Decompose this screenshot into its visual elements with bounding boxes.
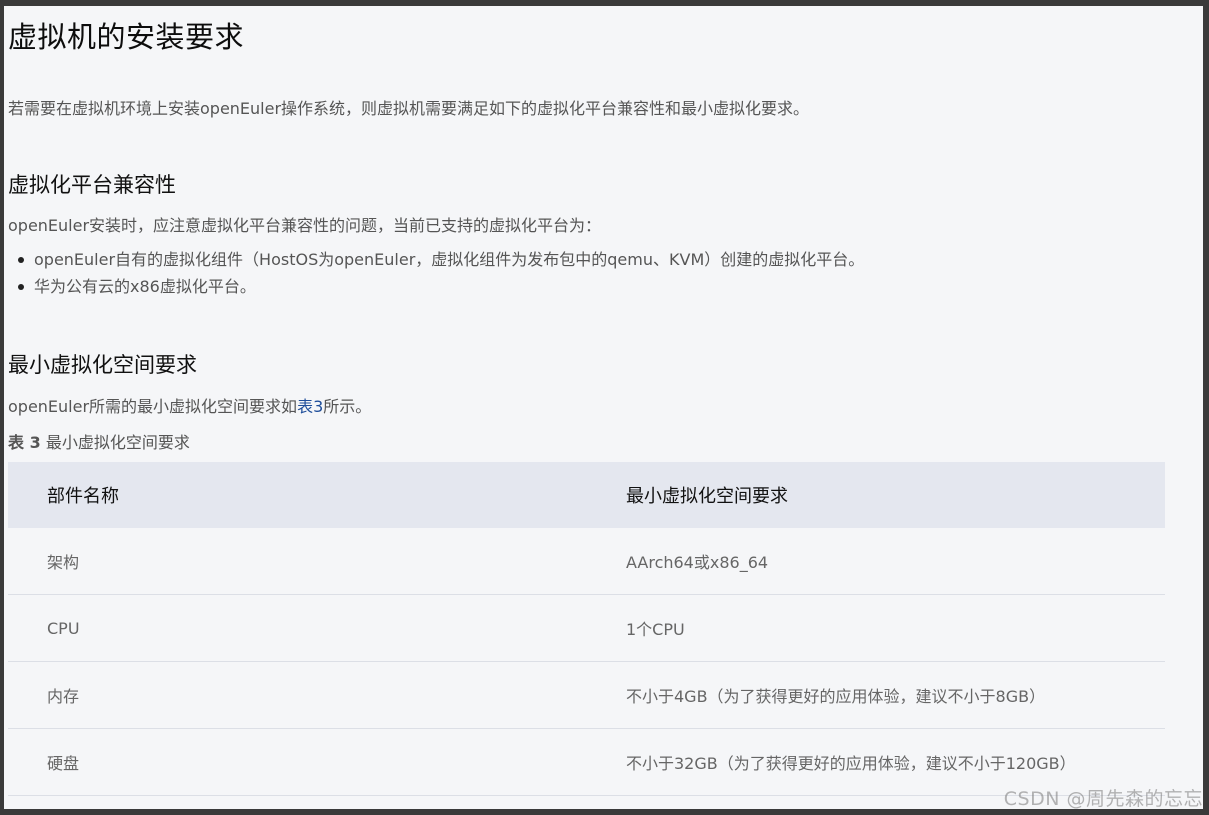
compat-list: openEuler自有的虚拟化组件（HostOS为openEuler，虚拟化组件… <box>8 246 864 300</box>
list-item: openEuler自有的虚拟化组件（HostOS为openEuler，虚拟化组件… <box>8 246 864 273</box>
section-heading-min-space: 最小虚拟化空间要求 <box>8 353 197 377</box>
table-cell-requirement: AArch64或x86_64 <box>587 528 1165 595</box>
list-item: 华为公有云的x86虚拟化平台。 <box>8 273 864 300</box>
watermark: CSDN @周先森的忘忘 <box>1003 788 1203 810</box>
table-cell-component: 内存 <box>8 661 587 729</box>
table-cell-component: CPU <box>8 594 587 662</box>
section-heading-compat: 虚拟化平台兼容性 <box>8 173 176 197</box>
table-row: CPU 1个CPU <box>8 594 1165 662</box>
table-caption: 表 3 最小虚拟化空间要求 <box>8 429 190 453</box>
requirements-table: 部件名称 最小虚拟化空间要求 架构 AArch64或x86_64 CPU 1个C… <box>8 462 1165 796</box>
column-header-requirement: 最小虚拟化空间要求 <box>587 462 1165 528</box>
min-space-text-before: openEuler所需的最小虚拟化空间要求如 <box>8 397 298 416</box>
compat-paragraph: openEuler安装时，应注意虚拟化平台兼容性的问题，当前已支持的虚拟化平台为… <box>8 216 602 235</box>
bullet-dot-icon <box>18 284 24 290</box>
table-cell-component: 硬盘 <box>8 728 587 796</box>
table-caption-text: 最小虚拟化空间要求 <box>45 433 190 452</box>
document-page: 虚拟机的安装要求 若需要在虚拟机环境上安装openEuler操作系统，则虚拟机需… <box>4 6 1203 809</box>
min-space-paragraph: openEuler所需的最小虚拟化空间要求如表3所示。 <box>8 393 371 417</box>
list-item-text: openEuler自有的虚拟化组件（HostOS为openEuler，虚拟化组件… <box>34 250 865 269</box>
intro-paragraph: 若需要在虚拟机环境上安装openEuler操作系统，则虚拟机需要满足如下的虚拟化… <box>8 99 810 118</box>
table-cell-requirement: 不小于4GB（为了获得更好的应用体验，建议不小于8GB） <box>587 661 1165 729</box>
page-title: 虚拟机的安装要求 <box>8 20 245 54</box>
table-row: 内存 不小于4GB（为了获得更好的应用体验，建议不小于8GB） <box>8 661 1165 729</box>
table-cell-component: 架构 <box>8 528 587 595</box>
table-row: 架构 AArch64或x86_64 <box>8 528 1165 595</box>
table-ref-link[interactable]: 表3 <box>297 397 323 416</box>
table-row: 硬盘 不小于32GB（为了获得更好的应用体验，建议不小于120GB） <box>8 728 1165 796</box>
list-item-text: 华为公有云的x86虚拟化平台。 <box>34 277 256 296</box>
table-caption-label: 表 3 <box>8 433 41 452</box>
table-header-row: 部件名称 最小虚拟化空间要求 <box>8 462 1165 528</box>
column-header-component: 部件名称 <box>8 462 587 528</box>
bullet-dot-icon <box>18 257 24 263</box>
min-space-text-after: 所示。 <box>323 397 372 416</box>
table-cell-requirement: 1个CPU <box>587 594 1165 662</box>
